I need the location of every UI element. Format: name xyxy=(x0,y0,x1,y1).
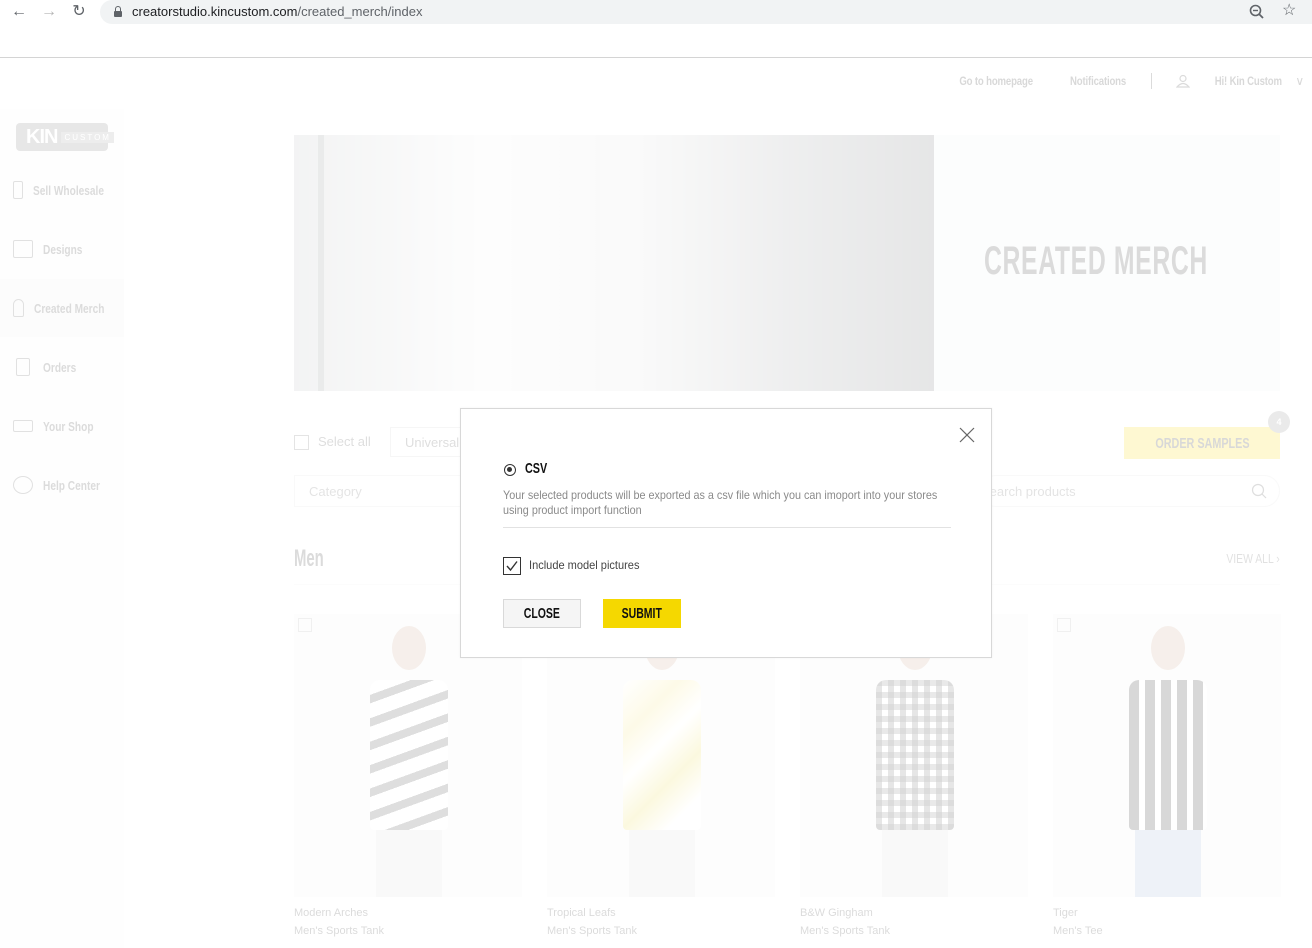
url-text[interactable]: creatorstudio.kincustom.com/created_merc… xyxy=(132,4,422,19)
include-model-pictures-label[interactable]: Include model pictures xyxy=(529,558,639,572)
logo-custom: CUSTOM xyxy=(61,131,114,143)
select-all-checkbox[interactable] xyxy=(294,435,309,450)
modal-divider xyxy=(503,527,951,528)
url-host: creatorstudio.kincustom.com xyxy=(132,4,298,19)
sidebar-item-your-shop[interactable]: Your Shop xyxy=(0,397,124,455)
browser-chrome: ← → ↻ creatorstudio.kincustom.com/create… xyxy=(0,0,1312,58)
submit-button-label: SUBMIT xyxy=(621,605,663,622)
product-card[interactable]: Tiger Men's Tee xyxy=(1053,614,1281,937)
url-path: /created_merch/index xyxy=(297,4,423,19)
model-figure xyxy=(358,626,458,897)
close-icon[interactable] xyxy=(959,427,975,443)
product-card[interactable]: B&W Gingham Men's Sports Tank xyxy=(800,614,1028,937)
user-menu[interactable]: Hi! Kin Custom xyxy=(1214,74,1281,88)
top-nav: Go to homepage Notifications Hi! Kin Cus… xyxy=(941,71,1312,91)
category-select[interactable]: Category xyxy=(294,475,464,507)
tshirt-icon xyxy=(13,299,24,317)
hero-banner: CREATED MERCH xyxy=(294,135,1280,391)
lock-icon xyxy=(114,6,122,17)
product-name[interactable]: B&W Gingham xyxy=(800,907,1028,919)
back-arrow-icon[interactable]: ← xyxy=(10,3,28,21)
nav-divider xyxy=(1150,73,1152,89)
open-sign-icon xyxy=(13,420,33,432)
checkmark-icon xyxy=(506,561,518,572)
product-card[interactable]: Tropical Leafs Men's Sports Tank xyxy=(547,614,775,937)
product-checkbox[interactable] xyxy=(298,618,312,632)
sidebar-item-designs[interactable]: Designs xyxy=(0,220,124,278)
bookmark-star-icon[interactable]: ☆ xyxy=(1282,2,1300,20)
csv-description: Your selected products will be exported … xyxy=(503,488,938,517)
order-samples-label: ORDER SAMPLES xyxy=(1154,434,1250,452)
sidebar-item-label: Help Center xyxy=(43,477,100,493)
product-name[interactable]: Tropical Leafs xyxy=(547,907,775,919)
product-image[interactable] xyxy=(1053,614,1281,897)
model-figure xyxy=(611,626,711,897)
close-button-label: CLOSE xyxy=(523,605,561,622)
product-card[interactable]: Modern Arches Men's Sports Tank xyxy=(294,614,522,937)
kin-custom-logo[interactable]: KIN CUSTOM xyxy=(16,123,114,151)
product-name[interactable]: Tiger xyxy=(1053,907,1281,919)
include-model-pictures-checkbox[interactable] xyxy=(503,557,521,575)
product-checkbox[interactable] xyxy=(1057,618,1071,632)
chevron-down-icon[interactable]: ∨ xyxy=(1295,74,1304,88)
notifications-link[interactable]: Notifications xyxy=(1070,74,1126,88)
rack-pole xyxy=(318,135,324,391)
go-to-homepage-link[interactable]: Go to homepage xyxy=(959,74,1033,88)
sidebar: KIN CUSTOM Sell Wholesale Designs Create… xyxy=(0,109,124,948)
sidebar-item-sell-wholesale[interactable]: Sell Wholesale xyxy=(0,161,124,219)
address-bar[interactable]: creatorstudio.kincustom.com/created_merc… xyxy=(100,0,1312,24)
user-icon xyxy=(1175,74,1190,88)
product-type: Men's Sports Tank xyxy=(547,925,637,937)
close-button[interactable]: CLOSE xyxy=(503,599,581,628)
sidebar-item-label: Designs xyxy=(43,241,83,257)
reload-icon[interactable]: ↻ xyxy=(70,3,88,21)
search-icon[interactable] xyxy=(1251,483,1267,499)
search-placeholder: Search products xyxy=(981,484,1076,499)
sidebar-item-label: Created Merch xyxy=(33,300,105,316)
hero-title: CREATED MERCH xyxy=(984,239,1208,283)
forward-arrow-icon[interactable]: → xyxy=(40,3,58,21)
product-type: Men's Tee xyxy=(1053,925,1103,937)
product-type: Men's Sports Tank xyxy=(294,925,384,937)
sidebar-item-created-merch[interactable]: Created Merch xyxy=(0,279,124,337)
sidebar-item-label: Orders xyxy=(43,359,77,375)
help-chat-icon xyxy=(13,476,33,494)
sidebar-item-help-center[interactable]: Help Center xyxy=(0,456,124,514)
section-title: Men xyxy=(294,545,324,572)
view-all-link[interactable]: VIEW ALL › xyxy=(1227,551,1280,566)
search-input[interactable]: Search products xyxy=(980,475,1280,507)
model-figure xyxy=(864,626,964,897)
zoom-out-icon[interactable] xyxy=(1248,3,1266,21)
view-all-label: VIEW ALL xyxy=(1226,551,1274,566)
order-samples-button[interactable]: ORDER SAMPLES 4 xyxy=(1124,411,1290,459)
monitor-icon xyxy=(13,240,33,258)
model-figure xyxy=(1117,626,1217,897)
select-all-label[interactable]: Select all xyxy=(318,434,371,449)
receipt-icon xyxy=(16,358,30,376)
product-type: Men's Sports Tank xyxy=(800,925,890,937)
order-count-badge: 4 xyxy=(1268,411,1290,433)
sidebar-item-label: Your Shop xyxy=(43,418,94,434)
sidebar-item-orders[interactable]: Orders xyxy=(0,338,124,396)
csv-radio[interactable] xyxy=(504,464,516,476)
logo-kin: KIN xyxy=(26,125,58,148)
csv-option-label[interactable]: CSV xyxy=(525,460,547,477)
sidebar-item-label: Sell Wholesale xyxy=(32,182,104,198)
storefront-icon xyxy=(13,181,23,199)
export-modal: CSV Your selected products will be expor… xyxy=(460,408,992,658)
clothing-rack-image xyxy=(294,135,934,391)
chevron-right-icon: › xyxy=(1276,551,1280,566)
submit-button[interactable]: SUBMIT xyxy=(603,599,681,628)
product-name[interactable]: Modern Arches xyxy=(294,907,522,919)
